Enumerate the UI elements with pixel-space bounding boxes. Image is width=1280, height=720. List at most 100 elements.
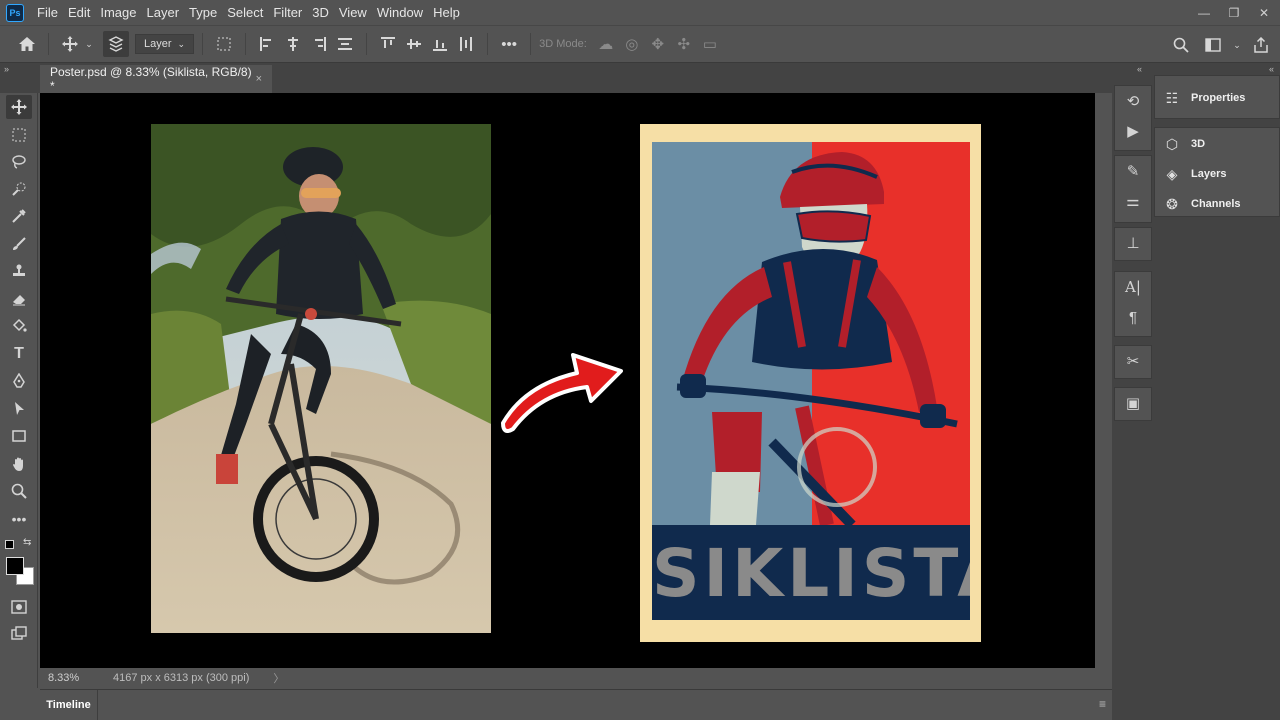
auto-select-value: Layer <box>144 38 172 50</box>
auto-select-dropdown[interactable]: Layer ⌄ <box>135 34 195 54</box>
chevron-down-icon[interactable]: ⌄ <box>83 31 95 57</box>
collapse-panels-icon[interactable]: « <box>1269 64 1274 74</box>
path-selection-tool-icon[interactable] <box>6 397 32 421</box>
panel-channels[interactable]: ❂ Channels <box>1155 189 1279 219</box>
mini-group-history: ⟲ ▶ <box>1114 85 1152 151</box>
move-tool-icon[interactable] <box>6 95 32 119</box>
menu-edit[interactable]: Edit <box>63 0 95 25</box>
character-icon[interactable]: A| <box>1115 272 1151 302</box>
roll-3d-icon[interactable]: ◎ <box>619 31 645 57</box>
eyedropper-tool-icon[interactable] <box>6 204 32 228</box>
separator <box>48 33 49 55</box>
hand-tool-icon[interactable] <box>6 452 32 476</box>
timeline-tab[interactable]: Timeline <box>40 690 98 720</box>
menu-3d[interactable]: 3D <box>307 0 334 25</box>
align-center-icon[interactable] <box>280 31 306 57</box>
menu-file[interactable]: File <box>32 0 63 25</box>
move-tool-icon[interactable] <box>57 31 83 57</box>
default-colors-icon[interactable] <box>5 540 14 549</box>
quick-mask-icon[interactable] <box>6 595 32 619</box>
menu-layer[interactable]: Layer <box>142 0 185 25</box>
document-dimensions: 4167 px x 6313 px (300 ppi) <box>113 672 250 684</box>
clone-source-icon[interactable]: ⊥ <box>1115 228 1151 258</box>
brush-tool-icon[interactable] <box>6 232 32 256</box>
foreground-color-swatch[interactable] <box>6 557 24 575</box>
chevron-down-icon[interactable]: ⌄ <box>1232 32 1242 58</box>
eraser-tool-icon[interactable] <box>6 287 32 311</box>
panel-3d[interactable]: ⬡ 3D <box>1155 129 1279 159</box>
workspace-icon[interactable] <box>1200 32 1226 58</box>
panel-layers[interactable]: ◈ Layers <box>1155 159 1279 189</box>
align-left-icon[interactable] <box>254 31 280 57</box>
zoom-level[interactable]: 8.33% <box>40 672 98 684</box>
distribute-icon[interactable] <box>332 31 358 57</box>
rectangle-tool-icon[interactable] <box>6 424 32 448</box>
align-middle-icon[interactable] <box>401 31 427 57</box>
align-bottom-icon[interactable] <box>427 31 453 57</box>
history-icon[interactable]: ⟲ <box>1115 86 1151 116</box>
restore-button[interactable]: ❐ <box>1226 6 1242 20</box>
timeline-panel: Timeline ≡ <box>40 689 1112 720</box>
marquee-tool-icon[interactable] <box>6 123 32 147</box>
more-options-icon[interactable]: ••• <box>496 31 522 57</box>
panel-menu-icon[interactable]: ≡ <box>1099 697 1106 711</box>
edit-toolbar-icon[interactable]: ••• <box>6 507 32 531</box>
separator <box>245 33 247 55</box>
scale-3d-icon[interactable]: ▭ <box>697 31 723 57</box>
drag-3d-icon[interactable]: ✥ <box>645 31 671 57</box>
paragraph-icon[interactable]: ¶ <box>1115 302 1151 332</box>
menu-type[interactable]: Type <box>184 0 222 25</box>
menu-filter[interactable]: Filter <box>268 0 307 25</box>
vertical-scrollbar[interactable] <box>1095 93 1112 668</box>
stamp-tool-icon[interactable] <box>6 259 32 283</box>
adjustments-icon[interactable]: ⚌ <box>1115 186 1151 216</box>
menu-window[interactable]: Window <box>372 0 428 25</box>
chevron-down-icon: ⌄ <box>177 38 186 49</box>
align-top-icon[interactable] <box>375 31 401 57</box>
align-right-icon[interactable] <box>306 31 332 57</box>
swap-colors-icon[interactable]: ⇆ <box>23 537 31 548</box>
orbit-3d-icon[interactable]: ☁ <box>593 31 619 57</box>
panel-label: 3D <box>1191 138 1206 150</box>
close-window-button[interactable]: ✕ <box>1256 6 1272 20</box>
paint-bucket-tool-icon[interactable] <box>6 314 32 338</box>
type-tool-icon[interactable]: T <box>6 342 32 366</box>
quick-selection-tool-icon[interactable] <box>6 177 32 201</box>
transform-controls-icon[interactable] <box>211 31 237 57</box>
tab-poster-psd[interactable]: Poster.psd @ 8.33% (Siklista, RGB/8) * × <box>40 65 272 93</box>
panel-group-properties: ☷ Properties <box>1154 75 1280 119</box>
poster-artwork: SIKLISTA <box>652 142 970 620</box>
options-bar-right: ⌄ <box>1168 26 1274 64</box>
panel-icon-column: « ⟲ ▶ ✎ ⚌ ⊥ A| ¶ ✂ ▣ <box>1112 63 1154 720</box>
home-icon[interactable] <box>14 31 40 57</box>
share-icon[interactable] <box>1248 32 1274 58</box>
screen-mode-icon[interactable] <box>6 621 32 645</box>
menu-image[interactable]: Image <box>95 0 141 25</box>
tool-presets-icon[interactable]: ✂ <box>1115 346 1151 376</box>
cube-icon: ⬡ <box>1165 135 1179 152</box>
collapse-toolbar-icon[interactable]: » <box>4 64 9 74</box>
tools-panel: T ••• ⇆ <box>0 93 38 688</box>
close-icon[interactable]: × <box>256 73 262 85</box>
menu-help[interactable]: Help <box>428 0 465 25</box>
collapse-panels-icon[interactable]: « <box>1137 64 1142 74</box>
minimize-button[interactable]: — <box>1196 6 1212 20</box>
lasso-tool-icon[interactable] <box>6 150 32 174</box>
search-icon[interactable] <box>1168 32 1194 58</box>
slide-3d-icon[interactable]: ✣ <box>671 31 697 57</box>
distribute-vertical-icon[interactable] <box>453 31 479 57</box>
properties-icon: ☷ <box>1165 89 1179 106</box>
pen-tool-icon[interactable] <box>6 369 32 393</box>
auto-select-icon[interactable] <box>103 31 129 57</box>
status-info-chevron-icon[interactable]: 〉 <box>273 670 284 686</box>
menu-view[interactable]: View <box>334 0 372 25</box>
zoom-tool-icon[interactable] <box>6 479 32 503</box>
mini-group-clone: ⊥ <box>1114 227 1152 261</box>
menu-bar: Ps File Edit Image Layer Type Select Fil… <box>0 0 1280 25</box>
actions-play-icon[interactable]: ▶ <box>1115 116 1151 146</box>
brush-settings-icon[interactable]: ✎ <box>1115 156 1151 186</box>
libraries-icon[interactable]: ▣ <box>1115 388 1151 418</box>
panel-properties[interactable]: ☷ Properties <box>1155 83 1279 113</box>
separator <box>202 33 204 55</box>
menu-select[interactable]: Select <box>222 0 268 25</box>
